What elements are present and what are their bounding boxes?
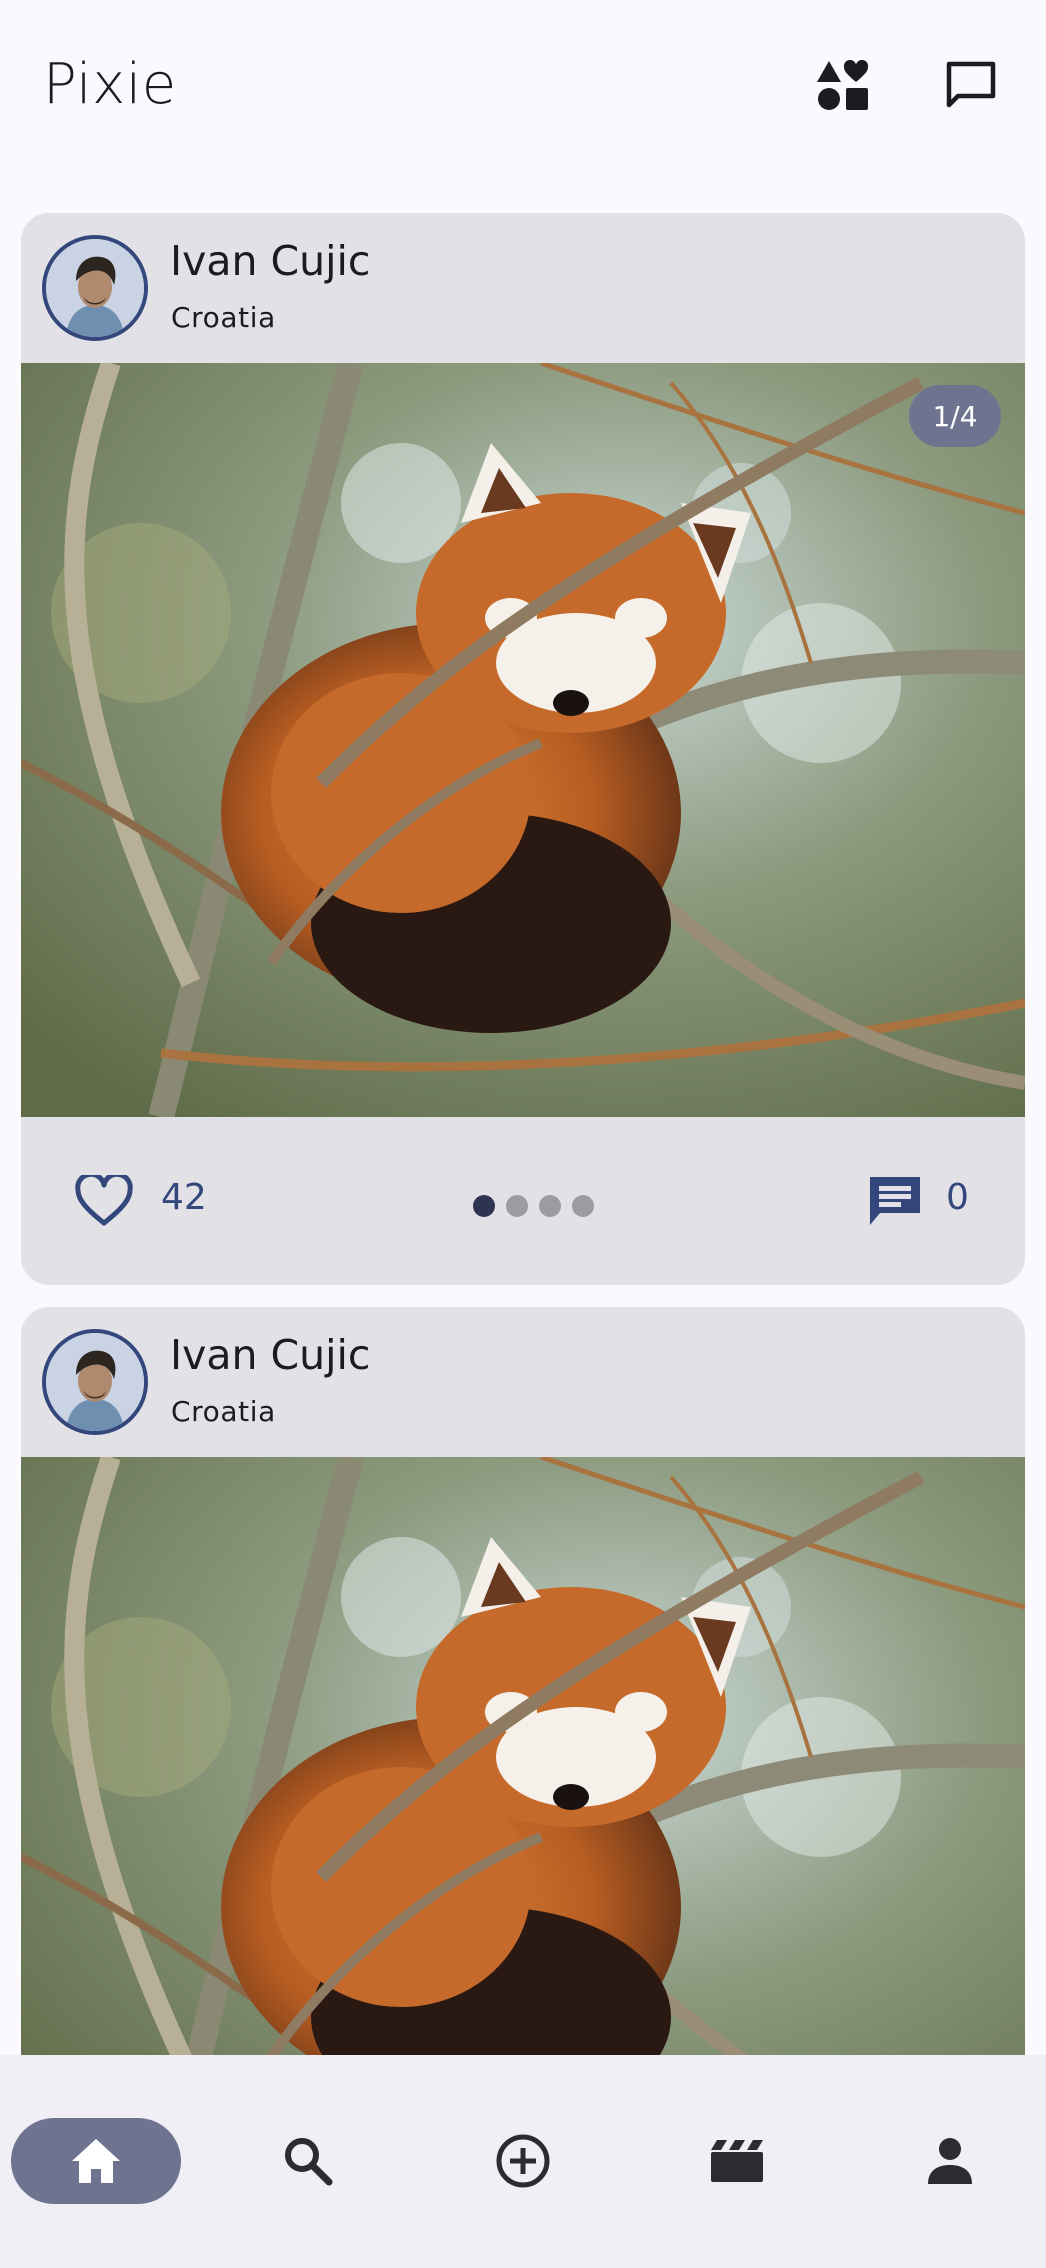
person-icon — [928, 2138, 972, 2184]
post-photo[interactable]: 1/4 — [21, 363, 1025, 1117]
user-location: Croatia — [171, 1395, 276, 1428]
search-icon — [285, 2138, 333, 2186]
user-location: Croatia — [171, 301, 276, 334]
post-card: Ivan Cujic Croatia — [21, 213, 1025, 1285]
home-icon — [72, 2139, 120, 2183]
post-photo[interactable] — [21, 1457, 1025, 2055]
like-count: 42 — [161, 1177, 207, 1218]
post-actions: 42 0 — [21, 1117, 1025, 1285]
heart-icon[interactable] — [74, 1173, 134, 1229]
comment-count: 0 — [946, 1177, 969, 1218]
carousel-indicator — [473, 1195, 594, 1217]
bottom-navigation-bar — [0, 2055, 1046, 2268]
clapperboard-icon — [711, 2140, 763, 2182]
avatar[interactable] — [42, 1329, 148, 1435]
user-name[interactable]: Ivan Cujic — [170, 237, 370, 285]
nav-search[interactable] — [266, 2118, 350, 2204]
carousel-dot[interactable] — [506, 1195, 528, 1217]
post-header: Ivan Cujic Croatia — [21, 213, 1025, 363]
red-panda-image — [21, 363, 1025, 1117]
carousel-dot[interactable] — [572, 1195, 594, 1217]
nav-add-post[interactable] — [481, 2118, 565, 2204]
red-panda-image — [21, 1457, 1025, 2055]
carousel-dot[interactable] — [473, 1195, 495, 1217]
avatar[interactable] — [42, 235, 148, 341]
comment-icon[interactable] — [864, 1170, 926, 1232]
user-name[interactable]: Ivan Cujic — [170, 1331, 370, 1379]
post-header: Ivan Cujic Croatia — [21, 1307, 1025, 1457]
post-card: Ivan Cujic Croatia — [21, 1307, 1025, 2055]
nav-home[interactable] — [11, 2118, 181, 2204]
photo-counter-badge: 1/4 — [909, 385, 1001, 447]
add-circle-icon — [496, 2134, 550, 2188]
nav-videos[interactable] — [695, 2118, 779, 2204]
post-feed[interactable]: Ivan Cujic Croatia 1/4 42 0 Ivan Cujic C… — [0, 0, 1046, 2055]
nav-profile[interactable] — [908, 2118, 992, 2204]
carousel-dot[interactable] — [539, 1195, 561, 1217]
